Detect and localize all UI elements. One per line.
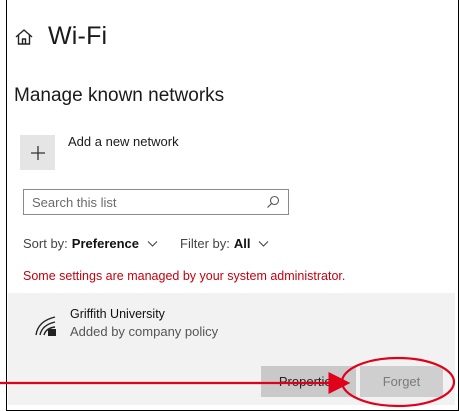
filter-value: All (233, 236, 251, 251)
sort-value: Preference (71, 236, 140, 251)
admin-notice: Some settings are managed by your system… (23, 269, 346, 283)
network-list-item[interactable]: Griffith University Added by company pol… (8, 293, 455, 405)
page-header: Wi-Fi (14, 22, 107, 51)
add-network-button[interactable]: Add a new network (20, 133, 179, 170)
section-title: Manage known networks (14, 85, 225, 106)
forget-button[interactable]: Forget (360, 366, 443, 397)
sort-filter-bar: Sort by: Preference Filter by: All (23, 236, 269, 251)
filter-dropdown[interactable]: Filter by: All (180, 236, 269, 251)
chevron-down-icon (147, 240, 158, 247)
properties-button[interactable]: Properties (261, 366, 356, 397)
wifi-secured-icon (35, 316, 56, 336)
sort-dropdown[interactable]: Sort by: Preference (23, 236, 158, 251)
filter-label: Filter by: (180, 236, 230, 251)
network-subtitle: Added by company policy (70, 324, 219, 339)
plus-icon[interactable] (20, 135, 55, 170)
search-icon[interactable] (266, 195, 280, 209)
network-name: Griffith University (70, 307, 165, 321)
chevron-down-icon (259, 240, 269, 247)
sort-label: Sort by: (23, 236, 68, 251)
search-box[interactable] (23, 189, 289, 215)
page-title: Wi-Fi (48, 22, 108, 50)
search-input[interactable] (32, 194, 266, 210)
add-network-label: Add a new network (68, 134, 179, 149)
home-icon[interactable] (14, 27, 34, 47)
